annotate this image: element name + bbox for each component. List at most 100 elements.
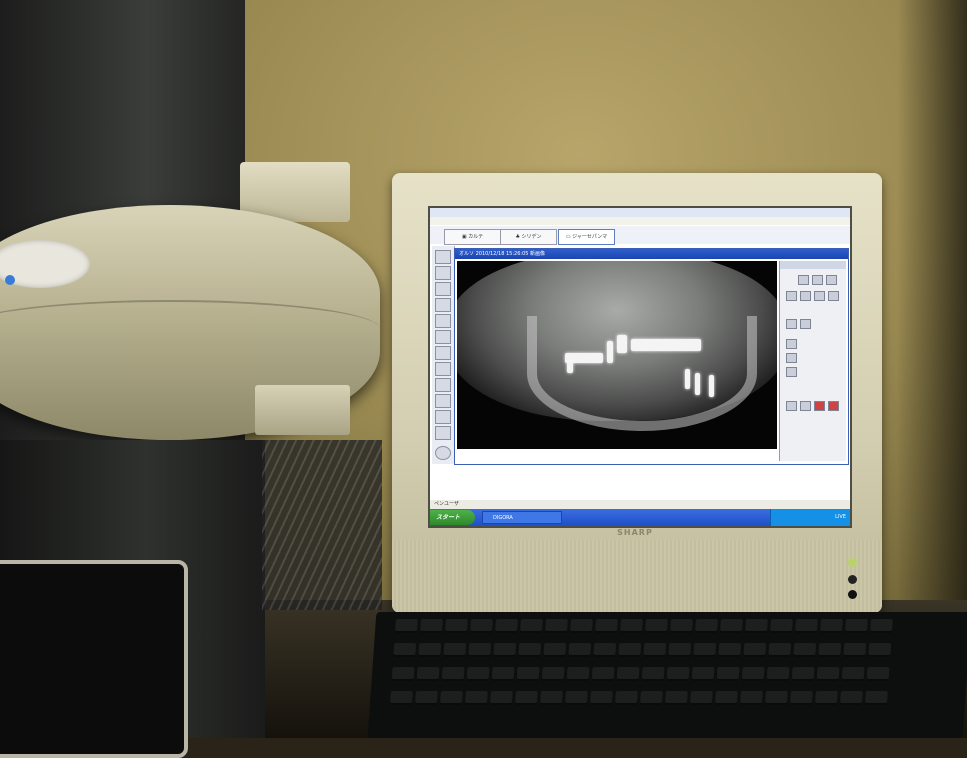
key[interactable] [619, 619, 643, 633]
key[interactable] [416, 667, 440, 681]
key[interactable] [519, 619, 543, 633]
key[interactable] [864, 691, 888, 705]
key[interactable] [464, 691, 488, 705]
key[interactable] [839, 691, 863, 705]
key[interactable] [844, 619, 868, 633]
key[interactable] [764, 691, 788, 705]
filter-button[interactable] [800, 401, 811, 411]
key[interactable] [641, 667, 665, 681]
filter-button[interactable] [828, 401, 839, 411]
tab-xray[interactable]: ▭ ジャーセパンマ [558, 229, 615, 245]
key[interactable] [866, 667, 890, 681]
gamma-icon[interactable] [786, 367, 797, 377]
key[interactable] [514, 691, 538, 705]
key[interactable] [516, 667, 540, 681]
key[interactable] [693, 643, 717, 657]
key[interactable] [539, 691, 563, 705]
key[interactable] [789, 691, 813, 705]
key[interactable] [564, 691, 588, 705]
tool-button[interactable] [814, 291, 825, 301]
key[interactable] [444, 619, 468, 633]
key[interactable] [714, 691, 738, 705]
key[interactable] [566, 667, 590, 681]
key[interactable] [818, 643, 842, 657]
key[interactable] [594, 619, 618, 633]
key[interactable] [768, 643, 792, 657]
export-tool-icon[interactable] [435, 330, 451, 344]
key[interactable] [793, 643, 817, 657]
key[interactable] [593, 643, 617, 657]
key[interactable] [468, 643, 492, 657]
key[interactable] [391, 667, 415, 681]
key[interactable] [389, 691, 413, 705]
key[interactable] [643, 643, 667, 657]
key[interactable] [819, 619, 843, 633]
tooth-tool-icon[interactable] [435, 314, 451, 328]
capture-tool-icon[interactable] [435, 362, 451, 376]
key[interactable] [466, 667, 490, 681]
key[interactable] [441, 667, 465, 681]
key[interactable] [418, 643, 442, 657]
key[interactable] [439, 691, 463, 705]
key[interactable] [716, 667, 740, 681]
key[interactable] [769, 619, 793, 633]
key[interactable] [639, 691, 663, 705]
tool-button[interactable] [798, 275, 809, 285]
key[interactable] [794, 619, 818, 633]
key[interactable] [616, 667, 640, 681]
settings-tool-icon[interactable] [435, 446, 451, 460]
key[interactable] [541, 667, 565, 681]
key[interactable] [718, 643, 742, 657]
key[interactable] [489, 691, 513, 705]
blank-tool-icon[interactable] [435, 282, 451, 296]
key[interactable] [394, 619, 418, 633]
key[interactable] [719, 619, 743, 633]
import-tool-icon[interactable] [435, 346, 451, 360]
contrast-icon[interactable] [786, 339, 797, 349]
key[interactable] [816, 667, 840, 681]
measure-tool-icon[interactable] [435, 298, 451, 312]
trash-tool-icon[interactable] [435, 426, 451, 440]
key[interactable] [743, 643, 767, 657]
brightness-icon[interactable] [786, 353, 797, 363]
taskbar-app-button[interactable]: DIGORA [482, 511, 562, 524]
tool-button[interactable] [786, 291, 797, 301]
filter-button[interactable] [786, 401, 797, 411]
tool-button[interactable] [800, 291, 811, 301]
tool-button[interactable] [812, 275, 823, 285]
print-tool-icon[interactable] [435, 378, 451, 392]
key[interactable] [744, 619, 768, 633]
key[interactable] [739, 691, 763, 705]
info-tool-icon[interactable] [435, 410, 451, 424]
key[interactable] [544, 619, 568, 633]
key[interactable] [868, 643, 892, 657]
key[interactable] [666, 667, 690, 681]
key[interactable] [518, 643, 542, 657]
panoramic-xray-image[interactable] [457, 261, 777, 449]
filter-button[interactable] [814, 401, 825, 411]
key[interactable] [664, 691, 688, 705]
key[interactable] [791, 667, 815, 681]
power-button[interactable] [848, 575, 857, 584]
system-tray[interactable]: LIVE [770, 509, 850, 526]
tab-series[interactable]: ♣ シリデン [500, 229, 557, 245]
key[interactable] [494, 619, 518, 633]
key[interactable] [493, 643, 517, 657]
key[interactable] [443, 643, 467, 657]
key[interactable] [568, 643, 592, 657]
key[interactable] [589, 691, 613, 705]
key[interactable] [766, 667, 790, 681]
key[interactable] [614, 691, 638, 705]
key[interactable] [843, 643, 867, 657]
zoom-tool-icon[interactable] [435, 266, 451, 280]
key[interactable] [393, 643, 417, 657]
pen-tool-icon[interactable] [435, 394, 451, 408]
key[interactable] [668, 643, 692, 657]
key[interactable] [414, 691, 438, 705]
select-tool-icon[interactable] [435, 250, 451, 264]
key[interactable] [691, 667, 715, 681]
tool-button[interactable] [828, 291, 839, 301]
key[interactable] [591, 667, 615, 681]
rotate-right-icon[interactable] [800, 319, 811, 329]
key[interactable] [841, 667, 865, 681]
